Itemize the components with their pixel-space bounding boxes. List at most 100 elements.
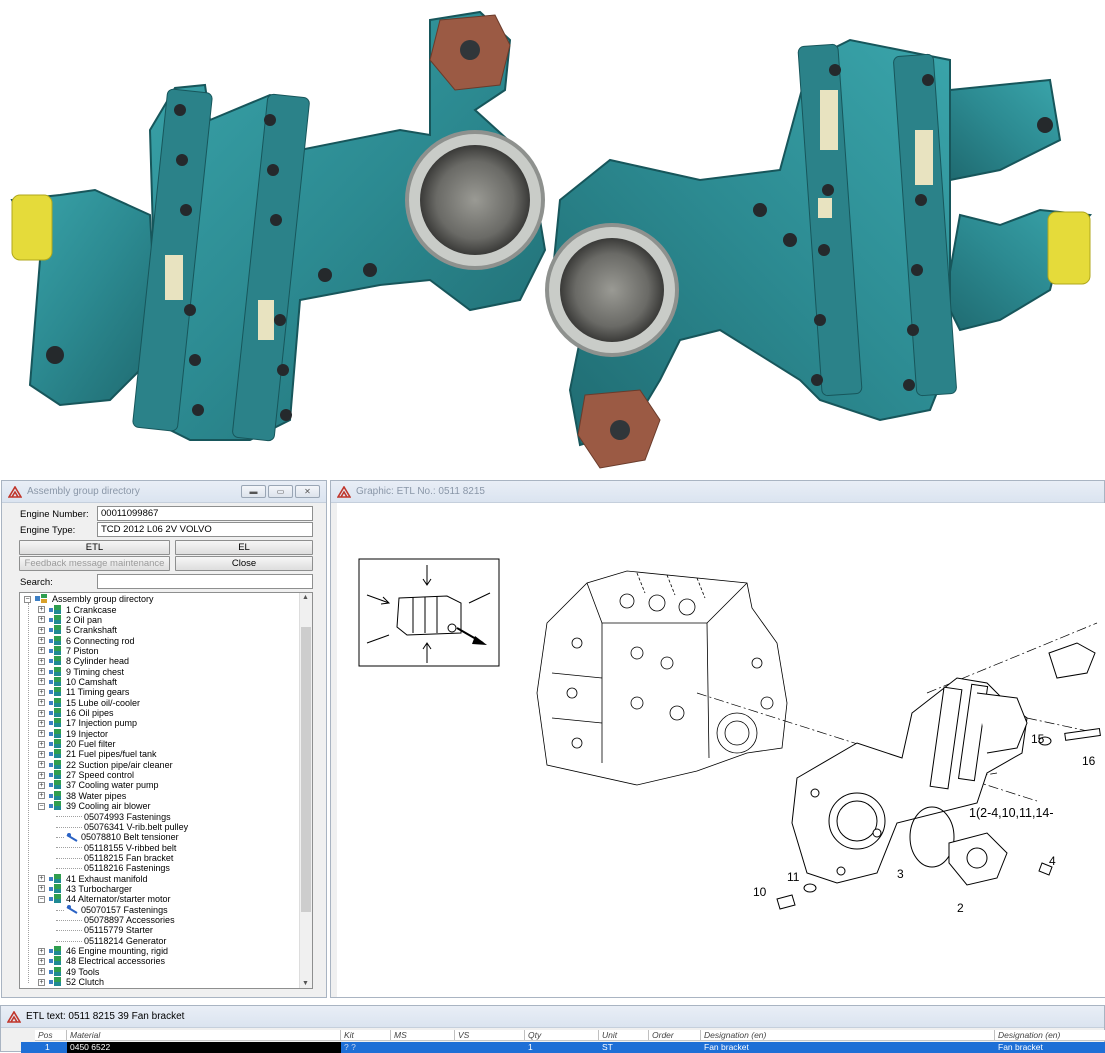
tree-item[interactable]: +46 Engine mounting, rigid <box>38 946 168 956</box>
etl-button[interactable]: ETL <box>19 540 170 555</box>
expand-icon[interactable]: + <box>38 875 45 883</box>
callout-3[interactable]: 3 <box>897 867 904 881</box>
expand-icon[interactable]: + <box>38 750 45 758</box>
callout-16[interactable]: 16 <box>1082 754 1096 768</box>
search-input[interactable] <box>97 574 313 589</box>
tree-subitem[interactable]: 05074993 Fastenings <box>84 811 171 822</box>
tree-item[interactable]: +15 Lube oil/-cooler <box>38 697 140 708</box>
tree-item[interactable]: +48 Electrical accessories <box>38 956 165 966</box>
scroll-up-icon[interactable]: ▲ <box>302 594 309 601</box>
table-row[interactable]: 1 0450 6522 ? ? 1 ST Fan bracket Fan bra… <box>21 1042 1105 1053</box>
el-button[interactable]: EL <box>175 540 313 555</box>
assembly-tree[interactable]: − Assembly group directory +1 Crankcase +2 … <box>19 592 313 989</box>
tree-subitem[interactable]: 05118216 Fastenings <box>84 863 170 873</box>
tree-item[interactable]: +8 Cylinder head <box>38 656 129 666</box>
col-order[interactable]: Order <box>649 1030 701 1040</box>
maximize-button[interactable]: ▭ <box>268 485 293 498</box>
callout-4[interactable]: 4 <box>1049 854 1056 868</box>
tree-item[interactable]: − 44 Alternator/starter motor <box>38 894 171 904</box>
tree-item[interactable]: +21 Fuel pipes/fuel tank <box>38 749 157 759</box>
tree-subitem[interactable]: 05070157 Fastenings <box>66 905 168 915</box>
expand-icon[interactable]: + <box>38 761 45 769</box>
exploded-drawing[interactable]: 15 16 1(2-4,10,11,14- 3 4 11 10 2 <box>337 503 1105 997</box>
collapse-icon[interactable]: − <box>38 802 45 810</box>
expand-icon[interactable]: + <box>38 730 45 738</box>
expand-icon[interactable]: + <box>38 792 45 800</box>
expand-icon[interactable]: + <box>38 771 45 779</box>
tree-item[interactable]: +19 Injector <box>38 728 108 739</box>
tree-item[interactable]: +27 Speed control <box>38 770 134 780</box>
tree-subitem[interactable]: 05118215 Fan bracket <box>84 853 173 863</box>
tree-item[interactable]: +41 Exhaust manifold <box>38 873 148 884</box>
col-kit[interactable]: Kit <box>341 1030 391 1040</box>
expand-icon[interactable]: + <box>38 740 45 748</box>
expand-icon[interactable]: + <box>38 647 45 655</box>
tree-item[interactable]: +37 Cooling water pump <box>38 780 159 790</box>
tree-item[interactable]: +6 Connecting rod <box>38 635 135 646</box>
tree-item[interactable]: − 39 Cooling air blower <box>38 801 151 811</box>
callout-11[interactable]: 11 <box>787 870 800 884</box>
tree-item[interactable]: +22 Suction pipe/air cleaner <box>38 759 173 770</box>
scroll-down-icon[interactable]: ▼ <box>302 980 309 987</box>
tree-item[interactable]: +7 Piston <box>38 645 99 656</box>
tree-item[interactable]: +10 Camshaft <box>38 676 117 687</box>
tree-item[interactable]: +16 Oil pipes <box>38 708 114 718</box>
col-vs[interactable]: VS <box>455 1030 525 1040</box>
scroll-thumb[interactable] <box>301 627 311 912</box>
expand-icon[interactable]: + <box>38 699 45 707</box>
tree-item[interactable]: +52 Clutch <box>38 977 104 987</box>
tree-subitem[interactable]: 05076341 V-rib.belt pulley <box>84 822 188 832</box>
callout-2[interactable]: 2 <box>957 901 964 915</box>
expand-icon[interactable]: + <box>38 968 45 976</box>
expand-icon[interactable]: + <box>38 781 45 789</box>
tree-subitem[interactable]: 05118155 V-ribbed belt <box>84 842 176 853</box>
tree-subitem[interactable]: 05078897 Accessories <box>84 915 175 925</box>
expand-icon[interactable]: + <box>38 657 45 665</box>
assembly-titlebar[interactable]: Assembly group directory ▬ ▭ ✕ <box>2 481 326 503</box>
expand-icon[interactable]: + <box>38 616 45 624</box>
tree-subitem[interactable]: 05078810 Belt tensioner <box>66 832 179 842</box>
expand-icon[interactable]: + <box>38 885 45 893</box>
graphic-titlebar[interactable]: Graphic: ETL No.: 0511 8215 <box>331 481 1104 503</box>
tree-item[interactable]: +9 Timing chest <box>38 666 124 677</box>
feedback-button[interactable]: Feedback message maintenance <box>19 556 170 571</box>
col-unit[interactable]: Unit <box>599 1030 649 1040</box>
tree-item[interactable]: +11 Timing gears <box>38 687 129 697</box>
expand-icon[interactable]: + <box>38 947 45 955</box>
close-button[interactable]: Close <box>175 556 313 571</box>
tree-item[interactable]: +2 Oil pan <box>38 614 102 625</box>
expand-icon[interactable]: + <box>38 626 45 634</box>
tree-subitem[interactable]: 05115779 Starter <box>84 925 153 935</box>
col-ms[interactable]: MS <box>391 1030 455 1040</box>
callout-15[interactable]: 15 <box>1031 732 1045 746</box>
col-material[interactable]: Material <box>67 1030 341 1040</box>
expand-icon[interactable]: + <box>38 688 45 696</box>
callout-10[interactable]: 10 <box>753 885 767 899</box>
expand-icon[interactable]: + <box>38 719 45 727</box>
expand-icon[interactable]: + <box>38 978 45 986</box>
col-designation-2[interactable]: Designation (en) <box>995 1030 1105 1040</box>
tree-scrollbar[interactable]: ▲ ▼ <box>299 593 312 988</box>
close-window-button[interactable]: ✕ <box>295 485 320 498</box>
tree-item[interactable]: +1 Crankcase <box>38 604 117 615</box>
col-pos[interactable]: Pos <box>35 1030 67 1040</box>
expand-icon[interactable]: + <box>38 957 45 965</box>
tree-item[interactable]: +5 Crankshaft <box>38 625 117 635</box>
col-qty[interactable]: Qty <box>525 1030 599 1040</box>
expand-icon[interactable]: + <box>38 668 45 676</box>
minimize-button[interactable]: ▬ <box>241 485 266 498</box>
etl-titlebar[interactable]: ETL text: 0511 8215 39 Fan bracket <box>1 1006 1104 1028</box>
tree-root[interactable]: − Assembly group directory <box>24 594 154 604</box>
callout-1-group[interactable]: 1(2-4,10,11,14- <box>969 806 1054 820</box>
col-designation[interactable]: Designation (en) <box>701 1030 995 1040</box>
expand-icon[interactable]: + <box>38 606 45 614</box>
expand-icon[interactable]: + <box>38 678 45 686</box>
tree-item[interactable]: +49 Tools <box>38 966 99 977</box>
engine-type-field[interactable]: TCD 2012 L06 2V VOLVO <box>97 522 313 537</box>
collapse-icon[interactable]: − <box>38 895 45 903</box>
tree-item[interactable]: +38 Water pipes <box>38 790 126 801</box>
tree-item[interactable]: +17 Injection pump <box>38 718 137 728</box>
tree-item[interactable]: +20 Fuel filter <box>38 739 116 749</box>
tree-subitem[interactable]: 05118214 Generator <box>84 936 166 946</box>
expand-icon[interactable]: + <box>38 637 45 645</box>
